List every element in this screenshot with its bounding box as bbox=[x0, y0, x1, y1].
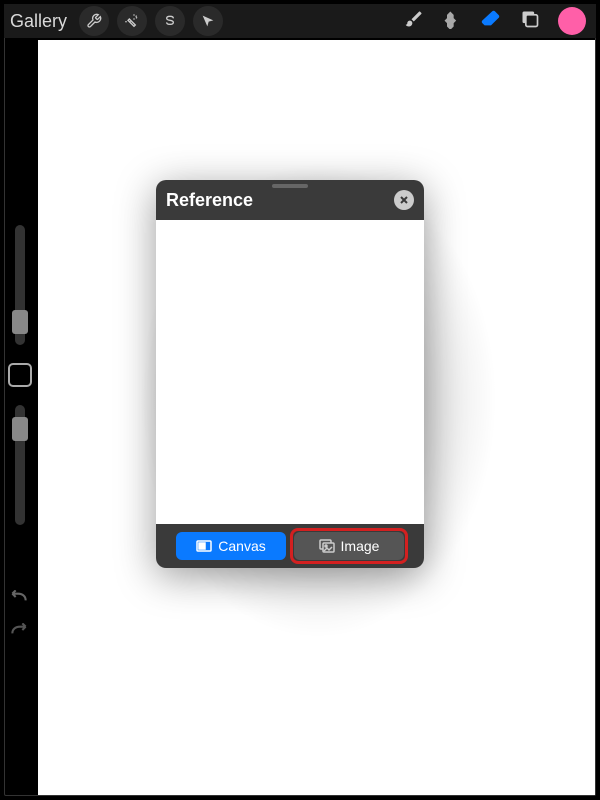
redo-icon bbox=[9, 623, 29, 637]
opacity-thumb[interactable] bbox=[12, 417, 28, 441]
reference-image-tab[interactable]: Image bbox=[294, 532, 404, 560]
smudge-button[interactable] bbox=[442, 9, 462, 34]
undo-button[interactable] bbox=[9, 590, 29, 609]
modify-button[interactable] bbox=[8, 363, 32, 387]
eraser-button[interactable] bbox=[480, 8, 502, 35]
cursor-icon bbox=[200, 13, 216, 29]
selection-button[interactable] bbox=[155, 6, 185, 36]
left-sidebar bbox=[5, 225, 35, 525]
color-picker-button[interactable] bbox=[558, 7, 586, 35]
brush-size-thumb[interactable] bbox=[12, 310, 28, 334]
wand-icon bbox=[124, 13, 140, 29]
undo-icon bbox=[9, 590, 29, 604]
brush-icon bbox=[404, 9, 424, 29]
transform-button[interactable] bbox=[193, 6, 223, 36]
right-tool-group bbox=[404, 7, 590, 35]
actions-button[interactable] bbox=[79, 6, 109, 36]
opacity-slider[interactable] bbox=[15, 405, 25, 525]
reference-canvas-label: Canvas bbox=[218, 538, 265, 554]
smudge-icon bbox=[442, 9, 462, 29]
redo-button[interactable] bbox=[9, 623, 29, 642]
layers-icon bbox=[520, 9, 540, 29]
wrench-icon bbox=[86, 13, 102, 29]
reference-panel-title: Reference bbox=[166, 190, 394, 211]
gallery-button[interactable]: Gallery bbox=[10, 11, 67, 32]
reference-panel-header[interactable]: Reference bbox=[156, 180, 424, 220]
layers-button[interactable] bbox=[520, 9, 540, 34]
adjustments-button[interactable] bbox=[117, 6, 147, 36]
reference-panel: Reference Canvas Image bbox=[156, 180, 424, 568]
reference-canvas-tab[interactable]: Canvas bbox=[176, 532, 286, 560]
undo-redo-group bbox=[9, 590, 29, 642]
image-tab-icon bbox=[319, 539, 335, 553]
brush-button[interactable] bbox=[404, 9, 424, 34]
reference-panel-footer: Canvas Image bbox=[156, 524, 424, 568]
reference-image-label: Image bbox=[341, 538, 380, 554]
reference-panel-body[interactable] bbox=[156, 220, 424, 524]
eraser-icon bbox=[480, 8, 502, 30]
canvas-tab-icon bbox=[196, 540, 212, 552]
brush-size-slider[interactable] bbox=[15, 225, 25, 345]
top-toolbar: Gallery bbox=[4, 4, 596, 38]
close-button[interactable] bbox=[394, 190, 414, 210]
selection-s-icon bbox=[162, 13, 178, 29]
close-icon bbox=[399, 195, 409, 205]
drag-handle[interactable] bbox=[272, 184, 308, 188]
